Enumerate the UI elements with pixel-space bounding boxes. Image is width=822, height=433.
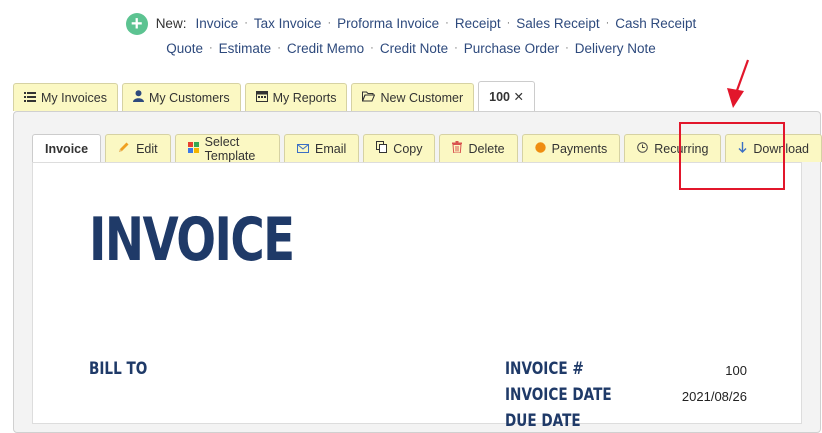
invoice-date-value: 2021/08/26 (681, 389, 747, 404)
email-button[interactable]: Email (284, 134, 360, 162)
download-highlight-box (679, 122, 785, 190)
top-tab-bar: My Invoices My Customers My Reports New … (13, 81, 535, 111)
separator: · (277, 42, 281, 54)
separator: · (454, 42, 458, 54)
new-quote-link[interactable]: Quote (166, 36, 203, 61)
tab-label: Select Template (204, 134, 256, 163)
tab-label: New Customer (380, 90, 464, 105)
tab-label: My Customers (149, 90, 230, 105)
new-sales-receipt-link[interactable]: Sales Receipt (516, 11, 599, 36)
new-tax-invoice-link[interactable]: Tax Invoice (254, 11, 322, 36)
tab-my-invoices[interactable]: My Invoices (13, 83, 118, 111)
pencil-icon (118, 141, 130, 156)
new-credit-memo-link[interactable]: Credit Memo (287, 36, 364, 61)
add-icon[interactable]: + (125, 12, 148, 35)
clock-icon (637, 141, 649, 156)
invoice-preview: INVOICE BILL TO INVOICE # 100 INVOICE DA… (32, 162, 802, 431)
separator: · (209, 42, 213, 54)
calendar-icon (255, 90, 268, 105)
annotation-arrow (724, 58, 754, 115)
tab-label: Payments (551, 141, 608, 156)
tab-new-customer[interactable]: New Customer (351, 83, 475, 111)
new-invoice-link[interactable]: Invoice (195, 11, 238, 36)
tab-label: My Invoices (41, 90, 107, 105)
coin-icon (534, 141, 546, 156)
new-proforma-invoice-link[interactable]: Proforma Invoice (337, 11, 439, 36)
tab-label: Email (315, 141, 347, 156)
separator: · (605, 17, 610, 29)
separator: · (244, 17, 248, 29)
tab-label: Edit (136, 141, 158, 156)
trash-icon (452, 141, 463, 156)
separator: · (506, 17, 511, 29)
invoice-number-value: 100 (725, 363, 747, 378)
tab-label: Invoice (45, 141, 89, 156)
new-label: New: (155, 16, 187, 31)
new-document-bar: + New: Invoice · Tax Invoice · Proforma … (0, 11, 822, 61)
new-estimate-link[interactable]: Estimate (219, 36, 272, 61)
separator: · (565, 42, 569, 54)
select-template-button[interactable]: Select Template (174, 134, 281, 163)
template-grid-icon (187, 141, 199, 156)
tab-label: Delete (468, 141, 505, 156)
tab-my-reports[interactable]: My Reports (244, 83, 348, 111)
due-date-label: DUE DATE (505, 411, 581, 431)
folder-open-icon (362, 91, 376, 105)
separator: · (445, 17, 449, 29)
new-delivery-note-link[interactable]: Delivery Note (575, 36, 656, 61)
user-icon (133, 90, 144, 105)
tab-label: 100 ✕ (489, 90, 524, 104)
copy-icon (376, 141, 388, 156)
list-icon (24, 91, 36, 105)
tab-my-customers[interactable]: My Customers (122, 83, 241, 111)
tab-label: My Reports (272, 90, 337, 105)
payments-button[interactable]: Payments (521, 134, 621, 162)
tab-invoice[interactable]: Invoice (32, 134, 102, 162)
tab-invoice-100[interactable]: 100 ✕ (478, 81, 535, 111)
envelope-icon (297, 142, 310, 156)
new-purchase-order-link[interactable]: Purchase Order (464, 36, 559, 61)
edit-button[interactable]: Edit (105, 134, 171, 162)
new-cash-receipt-link[interactable]: Cash Receipt (615, 11, 696, 36)
new-receipt-link[interactable]: Receipt (455, 11, 501, 36)
invoice-number-label: INVOICE # (505, 359, 584, 379)
invoice-heading: INVOICE (89, 205, 295, 275)
invoice-date-label: INVOICE DATE (505, 385, 612, 405)
separator: · (370, 42, 374, 54)
tab-label: Copy (393, 141, 423, 156)
bill-to-label: BILL TO (89, 359, 148, 379)
delete-button[interactable]: Delete (439, 134, 518, 162)
new-credit-note-link[interactable]: Credit Note (380, 36, 448, 61)
copy-button[interactable]: Copy (363, 134, 436, 162)
separator: · (327, 17, 332, 29)
